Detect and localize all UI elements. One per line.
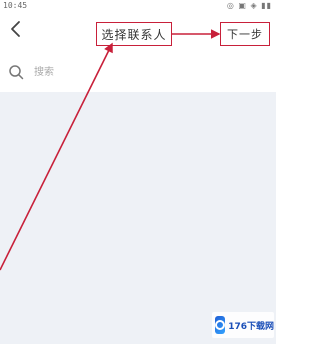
status-bar: 10:45 ◎ ▣ ◈ ▮▮	[0, 0, 276, 12]
watermark-logo-icon	[215, 316, 226, 334]
back-button[interactable]	[6, 18, 26, 40]
search-input[interactable]	[34, 63, 214, 81]
app-header: 选择联系人 下一步	[0, 12, 276, 52]
page-title-highlight: 选择联系人	[96, 22, 172, 46]
status-time: 10:45	[3, 1, 28, 10]
site-watermark: 176下载网	[212, 312, 274, 338]
next-button[interactable]: 下一步	[220, 22, 270, 46]
page-title: 选择联系人	[101, 27, 167, 42]
contact-list-area[interactable]	[0, 92, 276, 344]
search-icon	[9, 65, 24, 80]
status-icons: ◎ ▣ ◈ ▮▮	[226, 1, 272, 10]
search-bar	[0, 52, 276, 92]
watermark-text: 176下载网	[228, 321, 274, 332]
chevron-left-icon	[11, 21, 20, 37]
next-button-label: 下一步	[227, 28, 263, 41]
